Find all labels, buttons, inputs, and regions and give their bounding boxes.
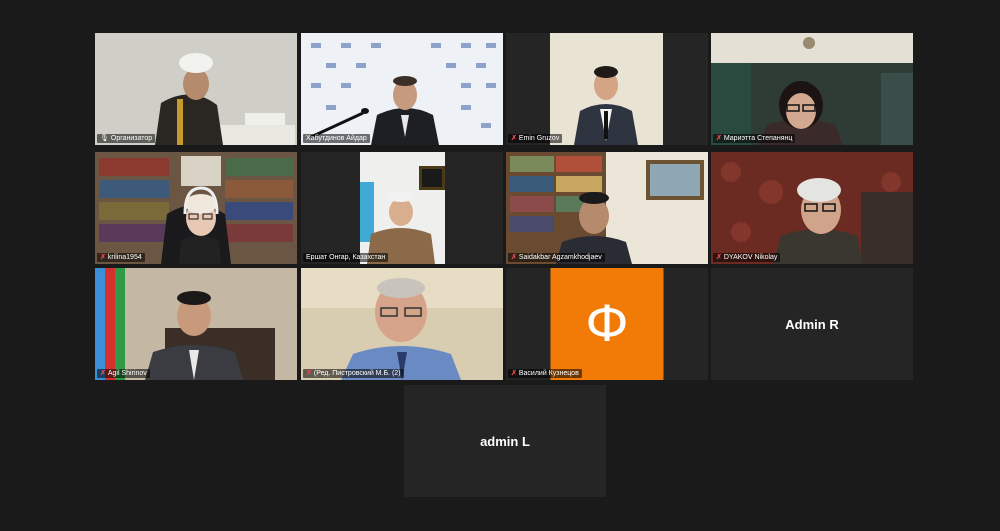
video-feed: [711, 152, 913, 264]
muted-mic-icon: ✗: [306, 370, 312, 377]
video-tile-kuznetsov[interactable]: Ф ✗ Василий Кузнецов: [506, 268, 708, 380]
participant-name-label: ✗ Emin Gruzov: [508, 134, 563, 143]
participant-name: admin L: [480, 433, 530, 449]
muted-mic-icon: ✗: [511, 370, 517, 377]
participant-name: Мариэтта Степанянц: [723, 135, 793, 142]
video-tile-krilina[interactable]: ✗ krilina1954: [95, 152, 297, 264]
video-feed: [301, 33, 503, 145]
participant-name-label: ✗ krilina1954: [97, 253, 145, 262]
video-feed: [301, 152, 503, 264]
participant-name: Admin R: [785, 316, 839, 332]
video-feed: [95, 268, 297, 380]
video-feed: [711, 33, 913, 145]
participant-name: Agil Shirinov: [107, 370, 147, 377]
participant-name-label: ✗ Agil Shirinov: [97, 369, 150, 378]
mic-icon: 🎙: [100, 135, 109, 142]
participant-name: Ершат Онгар, Казахстан: [306, 254, 386, 261]
muted-mic-icon: ✗: [100, 370, 106, 377]
avatar: Ф: [550, 268, 664, 380]
video-feed: [95, 33, 297, 145]
participant-name-label: ✗ DYAKOV Nikolay: [713, 253, 781, 262]
muted-mic-icon: ✗: [716, 135, 722, 142]
participant-name-label: 🎙 Организатор: [97, 134, 156, 143]
participant-name-label: ✗ Василий Кузнецов: [508, 369, 582, 378]
muted-mic-icon: ✗: [100, 254, 106, 261]
avatar-letter: Ф: [585, 295, 629, 353]
video-tile-saidakbar[interactable]: ✗ Saidakbar Agzamkhodjaev: [506, 152, 708, 264]
participant-name: krilina1954: [107, 254, 142, 261]
video-tile-pistrovsky[interactable]: ✗ (Ред. Пистровский М.Б. (2): [301, 268, 503, 380]
video-tile-marietta[interactable]: ✗ Мариэтта Степанянц: [711, 33, 913, 145]
participant-name: DYAKOV Nikolay: [723, 254, 778, 261]
video-tile-organizer[interactable]: 🎙 Организатор: [95, 33, 297, 145]
video-feed: [301, 268, 503, 380]
participant-name: Василий Кузнецов: [518, 370, 579, 377]
participant-name-label: ✗ Saidakbar Agzamkhodjaev: [508, 253, 605, 262]
video-feed: [95, 152, 297, 264]
video-tile-admin-r[interactable]: Admin R: [711, 268, 913, 380]
muted-mic-icon: ✗: [716, 254, 722, 261]
muted-mic-icon: ✗: [511, 135, 517, 142]
video-feed: [506, 152, 708, 264]
participant-name: Хабутдинов Айдар: [306, 135, 367, 142]
video-feed: [506, 33, 708, 145]
participant-name-label: ✗ (Ред. Пистровский М.Б. (2): [303, 369, 404, 378]
participant-name-label: Хабутдинов Айдар: [303, 134, 370, 143]
video-tile-admin-l[interactable]: admin L: [404, 385, 606, 497]
participant-name: Emin Gruzov: [518, 135, 560, 142]
participant-name-label: ✗ Мариэтта Степанянц: [713, 134, 796, 143]
participant-name-label: Ершат Онгар, Казахстан: [303, 253, 389, 262]
muted-mic-icon: ✗: [511, 254, 517, 261]
video-tile-khabutdinov[interactable]: Хабутдинов Айдар: [301, 33, 503, 145]
participant-name: (Ред. Пистровский М.Б. (2): [313, 370, 401, 377]
video-tile-dyakov[interactable]: ✗ DYAKOV Nikolay: [711, 152, 913, 264]
participant-name: Saidakbar Agzamkhodjaev: [518, 254, 602, 261]
video-tile-agil[interactable]: ✗ Agil Shirinov: [95, 268, 297, 380]
video-tile-emin[interactable]: ✗ Emin Gruzov: [506, 33, 708, 145]
video-tile-ershat[interactable]: Ершат Онгар, Казахстан: [301, 152, 503, 264]
participant-name: Организатор: [110, 135, 153, 142]
